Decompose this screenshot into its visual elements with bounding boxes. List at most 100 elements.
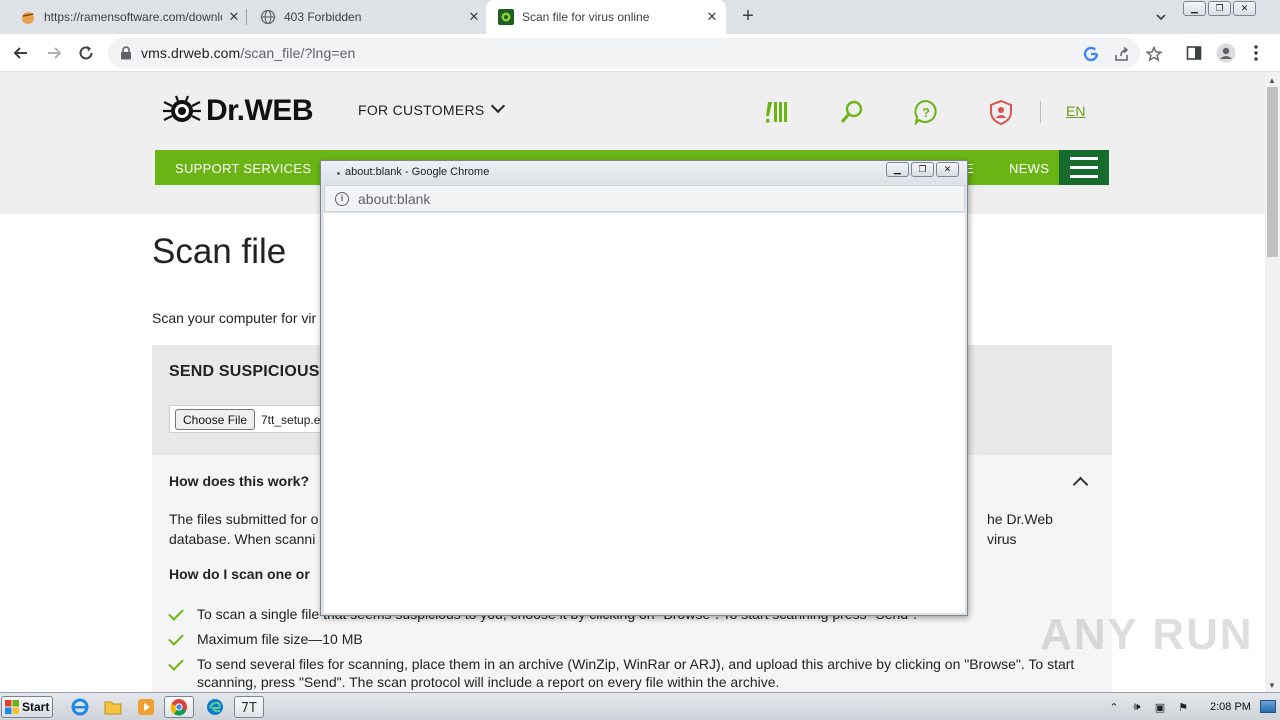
show-hidden-icons-icon[interactable]: ⌃	[1105, 698, 1123, 716]
popup-maximize-icon[interactable]: ❐	[911, 162, 934, 177]
browser-toolbar: vms.drweb.com/scan_file/?lng=en	[0, 34, 1280, 72]
tab-title: 403 Forbidden	[284, 10, 362, 24]
scroll-up-icon[interactable]: ▲	[1268, 76, 1276, 85]
nav-support-services[interactable]: SUPPORT SERVICES	[175, 161, 311, 176]
popup-window[interactable]: about:blank - Google Chrome ▁ ❐ ✕ i abou…	[320, 160, 968, 616]
nav-news[interactable]: NEWS	[1009, 161, 1049, 176]
popup-titlebar[interactable]: about:blank - Google Chrome ▁ ❐ ✕	[321, 161, 967, 183]
header-divider	[1040, 101, 1041, 123]
for-customers-dropdown[interactable]: FOR CUSTOMERS	[358, 98, 505, 118]
faq-answer-line1-right: he Dr.Web virus	[987, 511, 1053, 547]
reload-icon[interactable]	[75, 42, 97, 64]
popup-address-bar[interactable]: i about:blank	[324, 185, 965, 212]
logo-text: Dr.WEB	[206, 94, 314, 127]
network-icon[interactable]: ▣	[1151, 698, 1169, 716]
address-bar[interactable]: vms.drweb.com/scan_file/?lng=en	[108, 38, 1162, 68]
popup-title: about:blank - Google Chrome	[345, 166, 490, 178]
tab-title: Scan file for virus online	[522, 10, 650, 24]
kebab-menu-icon[interactable]	[1245, 42, 1267, 64]
7tt-app-icon[interactable]: 7T	[234, 696, 264, 718]
faq-question-how-it-works[interactable]: How does this work?	[169, 473, 309, 489]
svg-text:?: ?	[922, 105, 930, 120]
faq-answer-line1-left: The files submitted for o	[169, 511, 319, 527]
tab-close-icon[interactable]: ✕	[466, 9, 482, 25]
anyrun-watermark: ANY RUN	[1040, 610, 1254, 659]
tab-drweb-scan[interactable]: Scan file for virus online ✕	[486, 0, 726, 34]
taskbar: Start 7T ⌃ 🕪 ▣ ⚑ 2:08 PM	[0, 692, 1280, 720]
google-translate-icon[interactable]	[1082, 45, 1100, 63]
internet-explorer-icon[interactable]	[65, 696, 95, 718]
language-switch[interactable]: EN	[1066, 103, 1085, 119]
taskbar-clock[interactable]: 2:08 PM	[1210, 701, 1251, 713]
start-label: Start	[22, 700, 50, 714]
drweb-logo[interactable]: Dr.WEB	[162, 94, 314, 128]
faq-question-how-to-scan: How do I scan one or	[169, 566, 310, 582]
popup-window-controls: ▁ ❐ ✕	[886, 162, 959, 177]
popup-url: about:blank	[358, 191, 431, 207]
popup-close-icon[interactable]: ✕	[936, 162, 959, 177]
share-icon[interactable]	[1113, 45, 1131, 63]
minimize-icon[interactable]: ▁	[1183, 1, 1206, 16]
tab-strip: https://ramensoftware.com/downloa ✕ 403 …	[0, 0, 1280, 34]
volume-icon[interactable]: 🕪	[1128, 698, 1146, 716]
hamburger-menu-icon[interactable]	[1059, 150, 1109, 185]
info-icon[interactable]: i	[335, 192, 349, 206]
chrome-taskbar-icon[interactable]	[164, 696, 194, 718]
drweb-spider-icon	[163, 95, 201, 122]
selected-file-name: 7tt_setup.e	[261, 413, 321, 427]
for-customers-label: FOR CUSTOMERS	[358, 102, 485, 118]
system-tray: ⌃ 🕪 ▣ ⚑	[1105, 696, 1280, 718]
lock-icon[interactable]	[120, 46, 132, 65]
tab-close-icon[interactable]: ✕	[704, 9, 720, 25]
list-item-text: Maximum file size—10 MB	[197, 631, 363, 647]
url-path: /scan_file/?lng=en	[240, 45, 356, 61]
new-tab-icon[interactable]: +	[738, 6, 758, 27]
window-controls: ▁ ❐ ✕	[1183, 1, 1256, 16]
popup-minimize-icon[interactable]: ▁	[886, 162, 909, 177]
forward-arrow-icon[interactable]	[43, 42, 65, 64]
faq-answer-line2-left: database. When scanni	[169, 531, 316, 547]
drweb-favicon-icon	[498, 9, 514, 25]
choose-file-button[interactable]: Choose File	[175, 409, 256, 430]
close-icon[interactable]: ✕	[1233, 1, 1256, 16]
scrollbar-thumb[interactable]	[1267, 87, 1278, 257]
help-icon[interactable]: ?	[912, 98, 940, 126]
start-button[interactable]: Start	[1, 696, 53, 718]
page-title: Scan file	[152, 232, 287, 271]
url-text: vms.drweb.com/scan_file/?lng=en	[141, 45, 355, 61]
show-desktop-icon[interactable]	[1260, 700, 1276, 713]
edge-icon[interactable]	[200, 696, 230, 718]
instructions-list: To scan a single file that seems suspici…	[168, 605, 1099, 692]
globe-icon	[260, 9, 276, 25]
tab-search-chevron-icon[interactable]	[1153, 9, 1169, 25]
chrome-dot-icon	[337, 172, 340, 175]
chevron-down-icon	[490, 98, 505, 114]
send-panel-title: SEND SUSPICIOUS	[169, 363, 320, 380]
maximize-icon[interactable]: ❐	[1208, 1, 1231, 16]
checkmark-icon	[168, 630, 184, 646]
list-item: Maximum file size—10 MB	[168, 630, 1099, 648]
search-icon[interactable]	[838, 98, 866, 126]
file-explorer-icon[interactable]	[98, 696, 128, 718]
tab-title: https://ramensoftware.com/downloa	[44, 10, 222, 24]
list-item: To send several files for scanning, plac…	[168, 655, 1099, 691]
windows-logo-icon	[5, 700, 19, 714]
popup-content[interactable]	[324, 213, 965, 613]
profile-avatar-icon[interactable]	[1215, 42, 1237, 64]
bookmark-star-icon[interactable]	[1145, 45, 1163, 63]
flag-icon[interactable]: ⚑	[1174, 698, 1192, 716]
media-player-icon[interactable]	[131, 696, 161, 718]
svg-text:7T: 7T	[241, 701, 257, 715]
tab-403-forbidden[interactable]: 403 Forbidden ✕	[240, 0, 486, 34]
scroll-down-icon[interactable]: ▼	[1268, 681, 1276, 690]
account-shield-icon[interactable]	[987, 98, 1015, 126]
side-panel-icon[interactable]	[1183, 42, 1205, 64]
alerts-icon[interactable]	[763, 98, 791, 126]
chevron-up-icon[interactable]	[1072, 476, 1089, 493]
back-arrow-icon[interactable]	[10, 42, 32, 64]
checkmark-icon	[168, 605, 184, 621]
intro-text: Scan your computer for vir	[152, 310, 317, 326]
tab-ramensoftware[interactable]: https://ramensoftware.com/downloa ✕	[0, 0, 246, 34]
url-host: vms.drweb.com	[141, 45, 241, 61]
page-scrollbar[interactable]: ▲ ▼	[1265, 72, 1280, 692]
